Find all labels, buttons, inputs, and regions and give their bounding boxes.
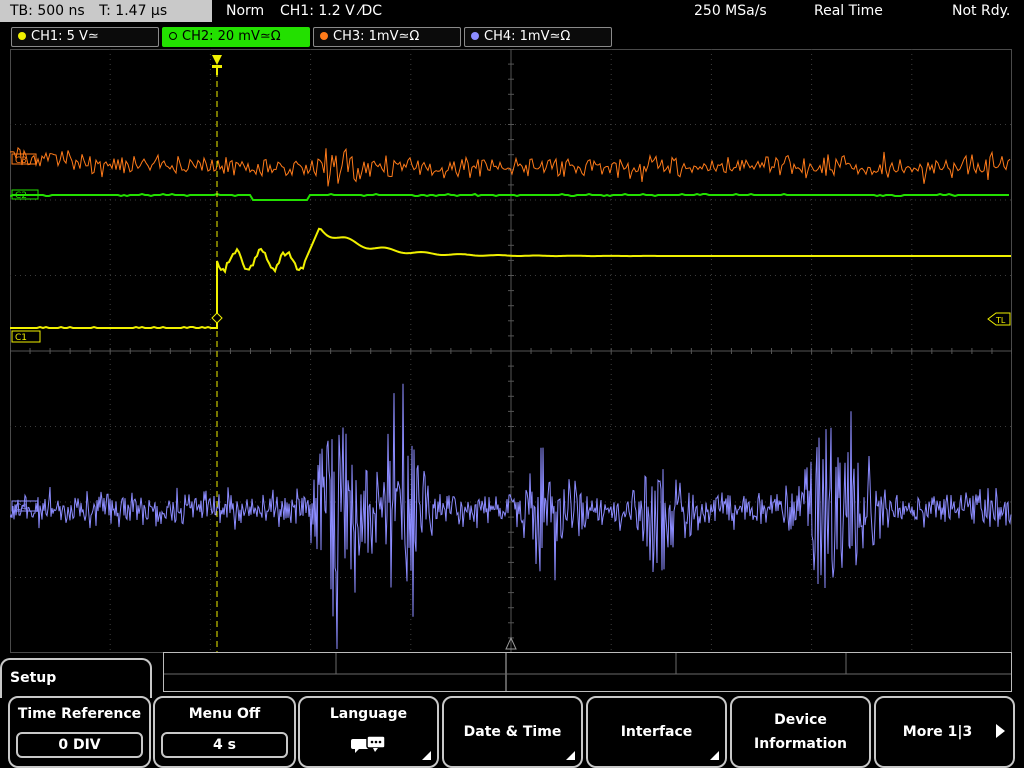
ch2-marker-label: C2 — [15, 191, 27, 201]
next-page-arrow-icon — [996, 724, 1005, 738]
date-time-button[interactable]: Date & Time — [442, 696, 583, 768]
ch4-marker-label: C4 — [15, 503, 27, 513]
menu-off-button[interactable]: Menu Off 4 s — [153, 696, 296, 768]
status-bar: Norm CH1: 1.2 V ⁄DC 250 MSa/s Real Time … — [214, 0, 1024, 22]
menu-title-setup: Setup — [0, 658, 152, 698]
trigger-mode[interactable]: Norm — [226, 0, 264, 22]
time-reference-value[interactable]: 0 DIV — [16, 732, 143, 758]
ch4-dot-icon — [471, 32, 479, 40]
device-info-line2: Information — [754, 736, 847, 752]
acquisition-mode[interactable]: Real Time — [814, 0, 883, 22]
ch1-marker-label: C1 — [15, 333, 27, 343]
ch3-marker: C3 — [11, 153, 37, 166]
waveform-display[interactable]: C3 C2 C1 C4 TL — [10, 49, 1012, 653]
more-button[interactable]: More 1|3 — [874, 696, 1015, 768]
submenu-corner-icon — [422, 751, 431, 760]
ch1-dot-icon — [18, 32, 26, 40]
ch3-label: CH3: 1mV≃Ω — [333, 29, 420, 44]
time-reference-label: Time Reference — [17, 706, 142, 722]
menu-title-label: Setup — [10, 670, 57, 686]
ch2-dot-icon — [169, 32, 177, 40]
menu-off-value[interactable]: 4 s — [161, 732, 288, 758]
ch3-marker-label: C3 — [15, 156, 27, 166]
channel-tab-ch3[interactable]: CH3: 1mV≃Ω — [313, 27, 461, 47]
graticule — [10, 49, 1012, 653]
ch3-trace — [10, 146, 1011, 187]
date-time-label: Date & Time — [463, 724, 562, 740]
menu-off-label: Menu Off — [188, 706, 261, 722]
trigger-source[interactable]: CH1: 1.2 V ⁄DC — [280, 0, 382, 22]
ch3-dot-icon — [320, 32, 328, 40]
device-info-line1: Device — [774, 712, 827, 728]
trigger-state: Not Rdy. — [952, 3, 1011, 19]
ch4-marker: C4 — [11, 500, 39, 513]
ch4-label: CH4: 1mV≃Ω — [484, 29, 571, 44]
submenu-corner-icon — [710, 751, 719, 760]
device-information-button[interactable]: Device Information — [730, 696, 871, 768]
trigger-position-icon[interactable] — [212, 55, 222, 75]
submenu-corner-icon — [566, 751, 575, 760]
more-label: More 1|3 — [902, 724, 973, 740]
ch1-label: CH1: 5 V≃ — [31, 29, 99, 44]
language-button[interactable]: Language — [298, 696, 439, 768]
channel-tab-ch4[interactable]: CH4: 1mV≃Ω — [464, 27, 612, 47]
channel-tab-ch1[interactable]: CH1: 5 V≃ — [11, 27, 159, 47]
language-label: Language — [329, 706, 408, 722]
trigger-time-value: T: 1.47 µs — [99, 3, 168, 19]
trigger-point-icon — [211, 312, 223, 324]
ch2-label: CH2: 20 mV≃Ω — [182, 29, 281, 44]
info-panel — [163, 652, 1012, 692]
interface-label: Interface — [620, 724, 693, 740]
speech-bubble-icon — [350, 735, 386, 753]
ch1-marker: C1 — [11, 330, 41, 343]
timebase-value: TB: 500 ns — [10, 3, 85, 19]
channel-tab-ch2[interactable]: CH2: 20 mV≃Ω — [162, 27, 310, 47]
timebase-readout[interactable]: TB: 500 ns T: 1.47 µs — [0, 0, 212, 22]
sample-rate: 250 MSa/s — [694, 3, 767, 19]
trigger-level-marker[interactable]: TL — [987, 312, 1011, 326]
time-reference-button[interactable]: Time Reference 0 DIV — [8, 696, 151, 768]
ch2-trace — [10, 192, 1009, 201]
trigger-level-label: TL — [995, 316, 1006, 325]
interface-button[interactable]: Interface — [586, 696, 727, 768]
